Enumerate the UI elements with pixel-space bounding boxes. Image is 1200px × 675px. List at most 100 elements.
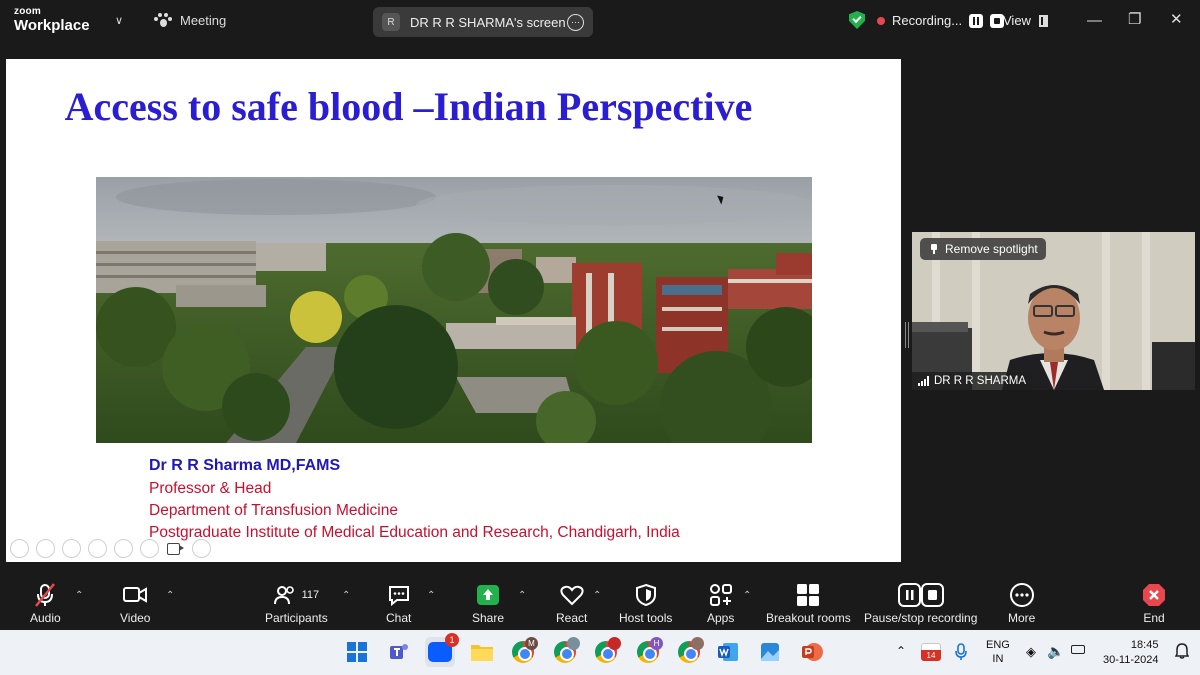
end-label: End bbox=[1143, 611, 1165, 625]
participant-video-tile[interactable]: Remove spotlight DR R R SHARMA bbox=[912, 232, 1195, 390]
battery-icon[interactable] bbox=[1071, 645, 1085, 654]
chrome-profile-5-icon[interactable] bbox=[674, 637, 704, 667]
sharer-avatar: R bbox=[382, 13, 400, 31]
input-language-indicator[interactable]: ENG IN bbox=[986, 638, 1010, 667]
chevron-down-icon[interactable]: ∨ bbox=[115, 14, 123, 27]
photos-logo-icon bbox=[761, 643, 779, 661]
show-hidden-icons-caret-icon[interactable]: ⌃ bbox=[896, 644, 906, 658]
pin-icon bbox=[930, 244, 938, 254]
participants-icon bbox=[273, 586, 294, 605]
audio-label: Audio bbox=[30, 611, 61, 625]
logo-brand-bottom: Workplace bbox=[14, 17, 90, 34]
clock[interactable]: 18:45 30-11-2024 bbox=[1103, 638, 1158, 668]
windows-taskbar: 1 M H ⌃ 14 ENG IN ◈ 🔈 18:45 30-11-2024 bbox=[0, 630, 1200, 675]
previous-slide-icon[interactable] bbox=[10, 539, 29, 558]
more-button[interactable]: More bbox=[1008, 582, 1035, 625]
chat-label: Chat bbox=[386, 611, 412, 625]
share-button[interactable]: Share bbox=[472, 582, 504, 625]
language-top: ENG bbox=[986, 639, 1010, 651]
host-tools-button[interactable]: Host tools bbox=[619, 582, 672, 625]
apps-label: Apps bbox=[707, 611, 735, 625]
notification-bell-icon[interactable] bbox=[1175, 643, 1189, 659]
chrome-profile-3-icon[interactable] bbox=[591, 637, 621, 667]
subtitles-icon[interactable] bbox=[140, 539, 159, 558]
presenter-department: Department of Transfusion Medicine bbox=[149, 501, 398, 519]
pause-stop-recording-button[interactable]: Pause/stop recording bbox=[864, 582, 977, 625]
signal-strength-icon bbox=[918, 376, 929, 386]
host-tools-label: Host tools bbox=[619, 611, 673, 625]
zoom-workplace-logo[interactable]: zoom Workplace bbox=[14, 7, 90, 34]
presenter-details: Dr R R Sharma MD,FAMS Professor & Head D… bbox=[149, 455, 680, 544]
chat-options-caret-icon[interactable]: ⌃ bbox=[427, 590, 435, 601]
presenter-name: Dr R R Sharma MD,FAMS bbox=[149, 457, 341, 474]
stop-recording-icon[interactable] bbox=[990, 13, 1005, 28]
minimize-icon[interactable]: — bbox=[1087, 12, 1102, 29]
zoom-notification-badge: 1 bbox=[445, 633, 459, 647]
chrome-profile-4-icon[interactable]: H bbox=[633, 637, 663, 667]
resize-handle[interactable] bbox=[905, 322, 909, 348]
next-slide-icon[interactable] bbox=[36, 539, 55, 558]
security-shield-icon[interactable] bbox=[849, 11, 865, 29]
end-meeting-button[interactable]: End bbox=[1142, 582, 1166, 625]
recording-label: Recording... bbox=[892, 13, 963, 28]
video-button[interactable]: Video bbox=[120, 582, 150, 625]
chat-button[interactable]: Chat bbox=[386, 582, 411, 625]
powerpoint-logo-icon bbox=[802, 643, 823, 661]
presenter-institute: Postgraduate Institute of Medical Educat… bbox=[149, 523, 680, 541]
participants-options-caret-icon[interactable]: ⌃ bbox=[342, 590, 350, 601]
windows-logo-icon bbox=[347, 642, 367, 662]
audio-options-caret-icon[interactable]: ⌃ bbox=[75, 590, 83, 601]
pause-stop-recording-label: Pause/stop recording bbox=[864, 611, 978, 625]
video-label: Video bbox=[120, 611, 151, 625]
restore-icon[interactable]: ❐ bbox=[1128, 10, 1141, 28]
calendar-date-badge: 14 bbox=[921, 650, 941, 661]
video-options-caret-icon[interactable]: ⌃ bbox=[166, 590, 174, 601]
share-options-caret-icon[interactable]: ⌃ bbox=[518, 590, 526, 601]
view-layout-icon bbox=[1038, 14, 1048, 27]
photos-icon[interactable] bbox=[755, 637, 785, 667]
paw-icon bbox=[154, 13, 172, 28]
breakout-rooms-icon bbox=[797, 584, 820, 606]
volume-icon[interactable]: 🔈 bbox=[1047, 643, 1064, 660]
more-dots-icon bbox=[1009, 583, 1034, 607]
chat-bubble-icon bbox=[388, 586, 409, 607]
folder-icon bbox=[471, 645, 493, 661]
microphone-tray-icon[interactable] bbox=[955, 643, 967, 661]
language-bottom: IN bbox=[992, 653, 1004, 666]
zoom-icon[interactable] bbox=[114, 539, 133, 558]
shared-screen-pill[interactable]: R DR R R SHARMA's screen ··· bbox=[373, 7, 593, 37]
close-icon[interactable]: ✕ bbox=[1170, 10, 1183, 28]
audio-button[interactable]: Audio bbox=[30, 582, 61, 625]
apps-button[interactable]: Apps bbox=[707, 582, 734, 625]
end-meeting-icon bbox=[1143, 584, 1165, 606]
participants-button[interactable]: 117 Participants bbox=[265, 582, 328, 625]
chrome-profile-2-icon[interactable] bbox=[550, 637, 580, 667]
slide-more-icon[interactable] bbox=[192, 539, 211, 558]
more-label: More bbox=[1008, 611, 1036, 625]
wifi-icon[interactable]: ◈ bbox=[1026, 644, 1036, 660]
view-button[interactable]: View bbox=[1003, 13, 1048, 28]
camera-icon[interactable] bbox=[166, 539, 185, 558]
remove-spotlight-button[interactable]: Remove spotlight bbox=[920, 238, 1046, 260]
more-options-icon[interactable]: ··· bbox=[567, 13, 584, 31]
pen-icon[interactable] bbox=[62, 539, 81, 558]
powerpoint-icon[interactable] bbox=[797, 637, 827, 667]
meeting-info-button[interactable]: Meeting bbox=[154, 13, 226, 28]
apps-options-caret-icon[interactable]: ⌃ bbox=[743, 590, 751, 601]
teams-icon[interactable] bbox=[384, 637, 414, 667]
slide-controls bbox=[10, 539, 211, 558]
react-options-caret-icon[interactable]: ⌃ bbox=[593, 590, 601, 601]
share-screen-icon bbox=[477, 585, 500, 605]
zoom-taskbar-icon[interactable]: 1 bbox=[425, 633, 459, 667]
chrome-profile-1-icon[interactable]: M bbox=[508, 637, 538, 667]
slides-icon[interactable] bbox=[88, 539, 107, 558]
calendar-widget-icon[interactable]: 14 bbox=[921, 643, 941, 661]
file-explorer-icon[interactable] bbox=[467, 637, 497, 667]
pause-recording-icon[interactable] bbox=[969, 13, 984, 28]
breakout-rooms-button[interactable]: Breakout rooms bbox=[766, 582, 851, 625]
react-button[interactable]: React bbox=[556, 582, 587, 625]
windows-start-icon[interactable] bbox=[342, 637, 372, 667]
chrome-profile-avatar: M bbox=[525, 637, 538, 650]
word-icon[interactable] bbox=[713, 637, 743, 667]
meeting-top-bar: zoom Workplace ∨ Meeting R DR R R SHARMA… bbox=[0, 0, 1200, 44]
